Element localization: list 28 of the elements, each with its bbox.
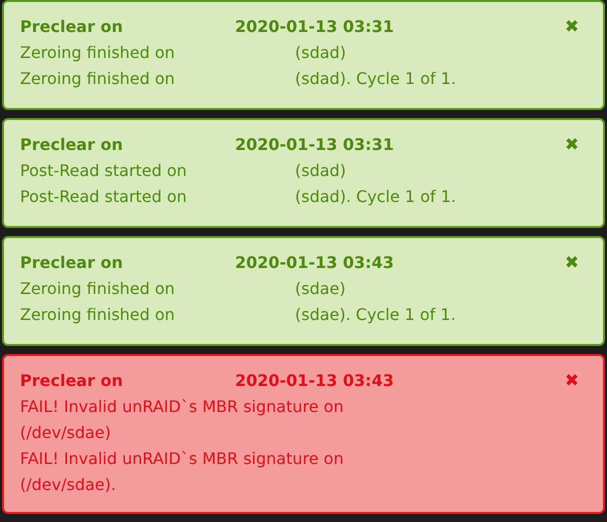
- notification-time: 2020-01-13 03:31: [235, 16, 394, 38]
- notification-message: FAIL! Invalid unRAID`s MBR signature on: [20, 396, 345, 418]
- notification-time: 2020-01-13 03:43: [235, 370, 394, 392]
- close-button[interactable]: ✖: [564, 14, 579, 40]
- device-name: (sdad). Cycle 1 of 1.: [295, 186, 456, 208]
- close-button[interactable]: ✖: [564, 250, 579, 276]
- notification-message: Zeroing finished on: [20, 42, 176, 64]
- notification-message: Zeroing finished on: [20, 304, 176, 326]
- notification-title: Preclear on: [20, 252, 124, 274]
- notification-message: Post-Read started on: [20, 160, 188, 182]
- notification-time: 2020-01-13 03:31: [235, 134, 394, 156]
- notification-title: Preclear on: [20, 16, 124, 38]
- notification-message: Zeroing finished on: [20, 68, 176, 90]
- notification-message: Post-Read started on: [20, 186, 188, 208]
- device-name: (sdae). Cycle 1 of 1.: [295, 304, 456, 326]
- device-name: (sdad): [295, 160, 346, 182]
- close-button[interactable]: ✖: [564, 132, 579, 158]
- notification-title: Preclear on: [20, 134, 124, 156]
- device-name: (sdad): [295, 42, 346, 64]
- notification-message: FAIL! Invalid unRAID`s MBR signature on: [20, 448, 345, 470]
- notification-message: Zeroing finished on: [20, 278, 176, 300]
- device-name: (/dev/sdae).: [20, 474, 117, 496]
- close-button[interactable]: ✖: [564, 368, 579, 394]
- notification-time: 2020-01-13 03:43: [235, 252, 394, 274]
- device-name: (/dev/sdae): [20, 422, 112, 444]
- device-name: (sdae): [295, 278, 346, 300]
- notification-title: Preclear on: [20, 370, 124, 392]
- device-name: (sdad). Cycle 1 of 1.: [295, 68, 456, 90]
